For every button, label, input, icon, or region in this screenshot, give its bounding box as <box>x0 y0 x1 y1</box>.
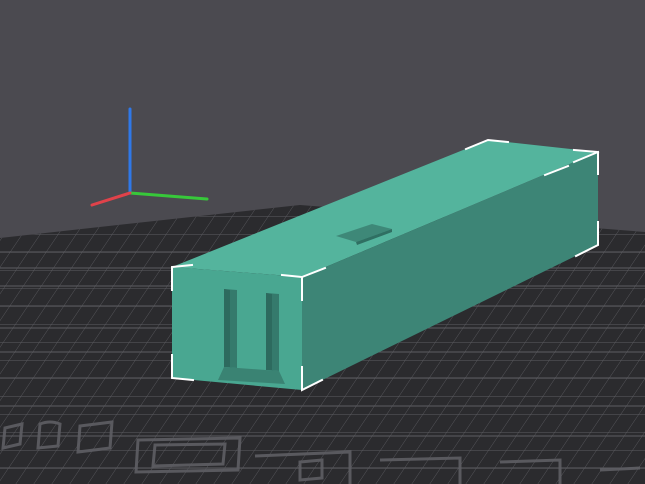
axis-gizmo <box>90 107 209 207</box>
viewport-canvas[interactable] <box>0 0 645 484</box>
3d-viewport[interactable] <box>0 0 645 484</box>
y-axis <box>128 191 209 201</box>
x-axis <box>90 191 132 207</box>
